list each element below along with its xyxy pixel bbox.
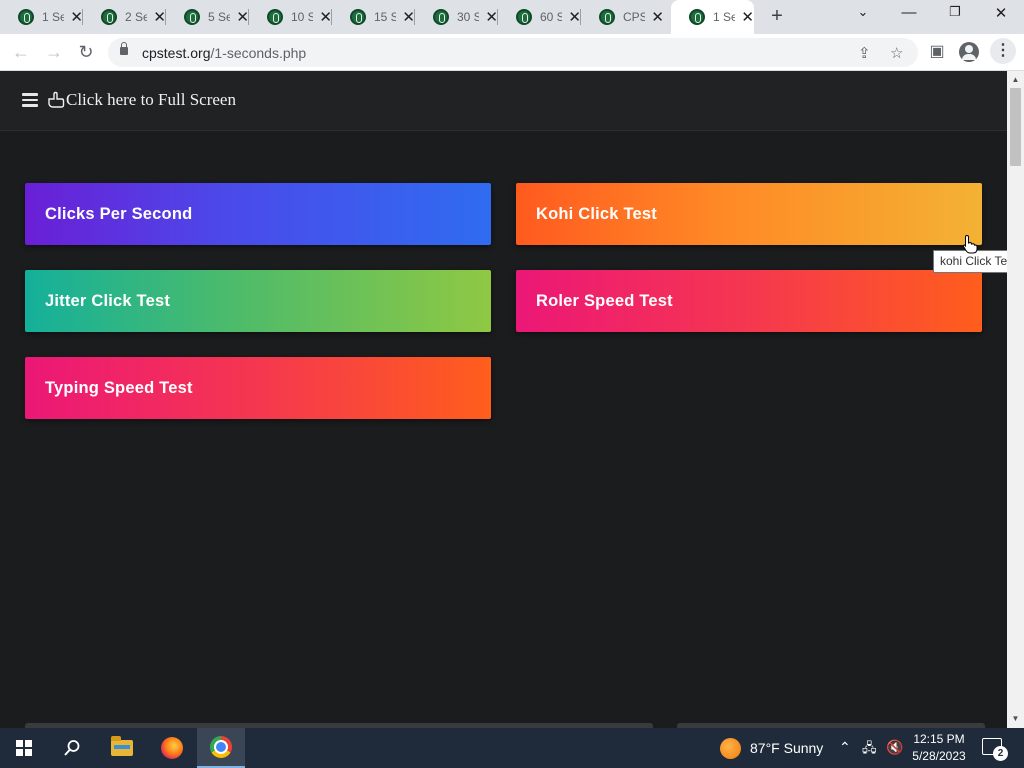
clock-date: 5/28/2023	[912, 749, 966, 763]
kohi-click-test-card[interactable]: Kohi Click Test	[516, 183, 982, 245]
tab-title: 30 S	[457, 10, 480, 24]
page-content: Click here to Full Screen Clicks Per Sec…	[0, 71, 1007, 728]
browser-tab[interactable]: 15 S ✕	[332, 0, 415, 34]
typing-speed-test-card[interactable]: Typing Speed Test	[25, 357, 491, 419]
fullscreen-link-text: Click here to Full Screen	[66, 90, 236, 109]
page-scrollbar[interactable]: ▲ ▼	[1007, 71, 1024, 728]
cpstest-favicon-icon	[516, 9, 532, 25]
tab-title: 1 Se	[713, 10, 736, 24]
cpstest-favicon-icon	[101, 9, 117, 25]
file-explorer-icon	[111, 736, 133, 756]
clock-time: 12:15 PM	[913, 732, 965, 746]
chrome-icon	[210, 736, 232, 758]
cpstest-favicon-icon	[350, 9, 366, 25]
tray-chevron-up-icon[interactable]: ⌃	[839, 739, 851, 756]
url-text[interactable]: cpstest.org/1-seconds.php	[142, 45, 306, 61]
search-icon	[64, 740, 80, 756]
scroll-down-arrow-icon[interactable]: ▼	[1007, 712, 1024, 726]
close-tab-icon[interactable]: ✕	[651, 8, 664, 26]
lock-icon[interactable]	[120, 42, 128, 55]
browser-tab[interactable]: 60 S ✕	[498, 0, 581, 34]
system-clock[interactable]: 12:15 PM 5/28/2023	[906, 731, 972, 765]
browser-tab-strip: 1 Se ✕ 2 Se ✕ 5 Se ✕ 10 S ✕ 15 S ✕ 30 S …	[0, 0, 1024, 34]
roler-speed-test-card[interactable]: Roler Speed Test	[516, 270, 982, 332]
windows-taskbar: 87°F Sunny ⌃ 🖧 🔇 12:15 PM 5/28/2023 2	[0, 728, 1024, 768]
scroll-up-arrow-icon[interactable]: ▲	[1007, 73, 1024, 87]
cpstest-favicon-icon	[599, 9, 615, 25]
minimize-window-icon[interactable]: —	[894, 4, 924, 26]
jitter-click-test-card[interactable]: Jitter Click Test	[25, 270, 491, 332]
side-panel-icon[interactable]: ▣	[926, 41, 948, 63]
restore-window-icon[interactable]: ❐	[940, 4, 970, 26]
cpstest-favicon-icon	[433, 9, 449, 25]
browser-menu-kebab-icon[interactable]: ⋮	[990, 38, 1016, 64]
forward-arrow-icon[interactable]: →	[43, 42, 65, 63]
browser-tab[interactable]: 2 Se ✕	[83, 0, 166, 34]
browser-tab-active[interactable]: 1 Se ✕	[671, 0, 754, 34]
start-button[interactable]	[0, 728, 48, 768]
back-arrow-icon[interactable]: ←	[10, 42, 32, 63]
card-label: Typing Speed Test	[45, 378, 193, 397]
card-label: Kohi Click Test	[536, 204, 657, 223]
reload-icon[interactable]: ↻	[75, 42, 97, 63]
browser-tab[interactable]: 5 Se ✕	[166, 0, 249, 34]
cpstest-favicon-icon	[689, 9, 705, 25]
taskbar-search-button[interactable]	[48, 728, 96, 768]
network-icon[interactable]: 🖧	[862, 739, 877, 761]
firefox-icon	[161, 737, 183, 759]
card-label: Roler Speed Test	[536, 291, 673, 310]
taskbar-chrome[interactable]	[197, 728, 245, 768]
url-path: /1-seconds.php	[210, 45, 307, 61]
scrollbar-thumb[interactable]	[1010, 88, 1021, 166]
tab-title: 1 Se	[42, 10, 65, 24]
browser-tab[interactable]: 1 Se ✕	[0, 0, 83, 34]
tab-title: 15 S	[374, 10, 397, 24]
tab-title: 5 Se	[208, 10, 231, 24]
pointing-hand-icon	[48, 91, 65, 108]
browser-tab[interactable]: 10 S ✕	[249, 0, 332, 34]
profile-avatar-icon[interactable]	[959, 42, 979, 62]
weather-text[interactable]: 87°F Sunny	[750, 740, 823, 756]
card-label: Jitter Click Test	[45, 291, 171, 310]
tab-title: 10 S	[291, 10, 314, 24]
tab-title: 2 Se	[125, 10, 148, 24]
volume-muted-icon[interactable]: 🔇	[886, 739, 903, 756]
browser-tab[interactable]: 30 S ✕	[415, 0, 498, 34]
windows-logo-icon	[16, 740, 32, 756]
share-icon[interactable]: ⇪	[858, 44, 871, 62]
address-bar[interactable]: cpstest.org/1-seconds.php ⇪ ☆	[108, 38, 918, 67]
cpstest-favicon-icon	[18, 9, 34, 25]
browser-toolbar: ← → ↻ cpstest.org/1-seconds.php ⇪ ☆ ▣ ⋮	[0, 34, 1024, 71]
clicks-per-second-card[interactable]: Clicks Per Second	[25, 183, 491, 245]
notification-count-badge: 2	[993, 746, 1008, 761]
cpstest-favicon-icon	[267, 9, 283, 25]
weather-sun-icon[interactable]	[720, 738, 741, 759]
url-domain: cpstest.org	[142, 45, 211, 61]
bookmark-star-icon[interactable]: ☆	[890, 44, 903, 62]
tab-search-chevron-icon[interactable]: ⌄	[848, 4, 878, 26]
tab-title: CPS	[623, 10, 646, 24]
new-tab-plus-icon[interactable]: +	[766, 5, 788, 28]
site-header: Click here to Full Screen	[0, 71, 1007, 131]
hamburger-menu-icon[interactable]	[22, 93, 38, 107]
close-window-icon[interactable]: ✕	[986, 4, 1016, 26]
cpstest-favicon-icon	[184, 9, 200, 25]
hand-pointer-cursor-icon	[962, 234, 978, 254]
fullscreen-link[interactable]: Click here to Full Screen	[47, 90, 236, 110]
tab-title: 60 S	[540, 10, 563, 24]
close-tab-icon[interactable]: ✕	[741, 8, 754, 26]
card-label: Clicks Per Second	[45, 204, 193, 223]
browser-tab[interactable]: CPS ✕	[581, 0, 664, 34]
taskbar-file-explorer[interactable]	[98, 728, 146, 768]
taskbar-firefox[interactable]	[148, 728, 196, 768]
